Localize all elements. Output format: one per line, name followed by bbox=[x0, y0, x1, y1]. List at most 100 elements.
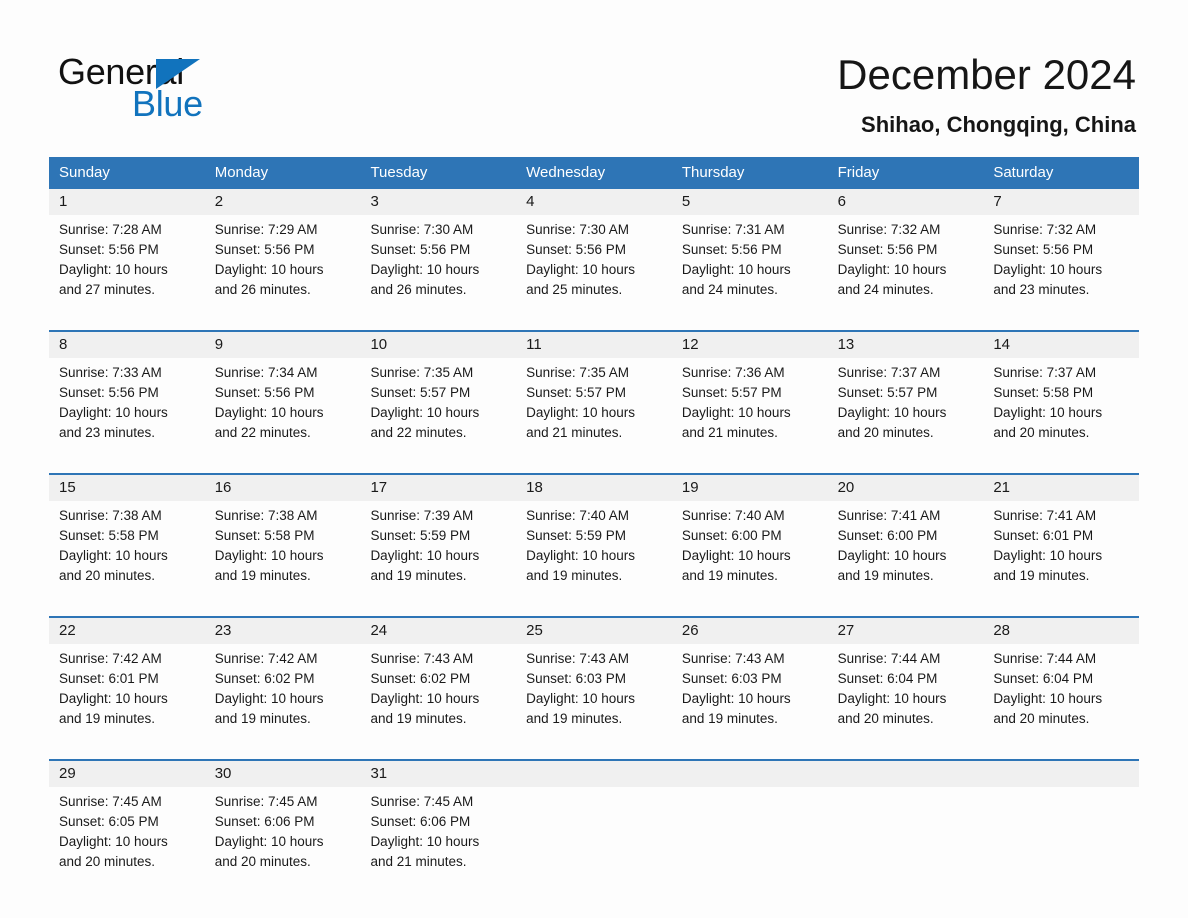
weekday-header-row: Sunday Monday Tuesday Wednesday Thursday… bbox=[49, 157, 1139, 189]
day-number[interactable]: 4 bbox=[516, 189, 672, 215]
sunrise-text: Sunrise: 7:30 AM bbox=[526, 222, 629, 237]
day-number[interactable]: 20 bbox=[828, 475, 984, 501]
sunset-text: Sunset: 6:04 PM bbox=[993, 671, 1094, 686]
day-detail-band: Sunrise: 7:33 AM Sunset: 5:56 PM Dayligh… bbox=[49, 358, 1139, 464]
sunset-text: Sunset: 6:01 PM bbox=[59, 671, 159, 686]
sunrise-text: Sunrise: 7:45 AM bbox=[59, 794, 162, 809]
daylight-text-line2: and 19 minutes. bbox=[526, 568, 623, 583]
daylight-text-line1: Daylight: 10 hours bbox=[837, 548, 947, 563]
day-number[interactable]: 16 bbox=[205, 475, 361, 501]
sunset-text: Sunset: 5:58 PM bbox=[993, 385, 1094, 400]
sunset-text: Sunset: 5:56 PM bbox=[526, 242, 626, 257]
daylight-text-line2: and 20 minutes. bbox=[993, 425, 1090, 440]
sunrise-text: Sunrise: 7:37 AM bbox=[837, 365, 941, 380]
day-number[interactable]: 3 bbox=[360, 189, 516, 215]
day-number[interactable]: 29 bbox=[49, 761, 205, 787]
day-number[interactable]: 13 bbox=[828, 332, 984, 358]
day-number[interactable]: 14 bbox=[983, 332, 1139, 358]
day-number[interactable]: 28 bbox=[983, 618, 1139, 644]
day-number[interactable]: 25 bbox=[516, 618, 672, 644]
daylight-text-line1: Daylight: 10 hours bbox=[370, 262, 480, 277]
daylight-text-line2: and 19 minutes. bbox=[370, 568, 467, 583]
daylight-text-line1: Daylight: 10 hours bbox=[370, 548, 480, 563]
day-number[interactable]: 12 bbox=[672, 332, 828, 358]
sunrise-text: Sunrise: 7:31 AM bbox=[681, 222, 785, 237]
sunset-text: Sunset: 5:56 PM bbox=[214, 242, 315, 257]
day-detail-band: Sunrise: 7:45 AM Sunset: 6:05 PM Dayligh… bbox=[49, 787, 1139, 893]
day-number[interactable]: 19 bbox=[672, 475, 828, 501]
daylight-text-line1: Daylight: 10 hours bbox=[993, 405, 1103, 420]
daylight-text-line2: and 19 minutes. bbox=[526, 711, 623, 726]
sunset-text: Sunset: 5:56 PM bbox=[681, 242, 782, 257]
day-number[interactable]: 27 bbox=[828, 618, 984, 644]
sunrise-text: Sunrise: 7:40 AM bbox=[526, 508, 629, 523]
daylight-text-line1: Daylight: 10 hours bbox=[370, 691, 480, 706]
calendar-table: Sunday Monday Tuesday Wednesday Thursday… bbox=[49, 157, 1139, 893]
daylight-text-line2: and 21 minutes. bbox=[681, 425, 778, 440]
day-number[interactable]: 18 bbox=[516, 475, 672, 501]
sunrise-text: Sunrise: 7:38 AM bbox=[214, 508, 318, 523]
sunrise-text: Sunrise: 7:42 AM bbox=[214, 651, 318, 666]
day-number-empty bbox=[828, 761, 984, 787]
day-number[interactable]: 6 bbox=[828, 189, 984, 215]
sunset-text: Sunset: 5:56 PM bbox=[370, 242, 471, 257]
general-blue-logo[interactable]: General Blue bbox=[58, 52, 298, 124]
day-number[interactable]: 24 bbox=[360, 618, 516, 644]
day-number[interactable]: 17 bbox=[360, 475, 516, 501]
calendar-week-row: 1 2 3 4 5 6 7 Sunrise: 7:28 AM Sunset: 5… bbox=[49, 189, 1139, 321]
day-number[interactable]: 7 bbox=[983, 189, 1139, 215]
day-cell: Sunrise: 7:32 AM Sunset: 5:56 PM Dayligh… bbox=[828, 215, 984, 321]
daylight-text-line1: Daylight: 10 hours bbox=[59, 548, 168, 563]
day-cell: Sunrise: 7:35 AM Sunset: 5:57 PM Dayligh… bbox=[360, 358, 516, 464]
day-cell: Sunrise: 7:43 AM Sunset: 6:03 PM Dayligh… bbox=[516, 644, 672, 750]
daylight-text-line2: and 20 minutes. bbox=[837, 711, 934, 726]
day-number[interactable]: 26 bbox=[672, 618, 828, 644]
sunrise-text: Sunrise: 7:44 AM bbox=[993, 651, 1097, 666]
day-cell: Sunrise: 7:31 AM Sunset: 5:56 PM Dayligh… bbox=[672, 215, 828, 321]
week-spacer bbox=[49, 750, 1139, 759]
daylight-text-line2: and 22 minutes. bbox=[370, 425, 467, 440]
title-block: December 2024 Shihao, Chongqing, China bbox=[837, 50, 1136, 138]
page-subtitle: Shihao, Chongqing, China bbox=[861, 112, 1136, 137]
sunrise-text: Sunrise: 7:32 AM bbox=[993, 222, 1097, 237]
sunset-text: Sunset: 5:57 PM bbox=[681, 385, 782, 400]
day-number-band: 22 23 24 25 26 27 28 bbox=[49, 618, 1139, 644]
day-detail-band: Sunrise: 7:28 AM Sunset: 5:56 PM Dayligh… bbox=[49, 215, 1139, 321]
sunrise-text: Sunrise: 7:37 AM bbox=[993, 365, 1097, 380]
day-number[interactable]: 10 bbox=[360, 332, 516, 358]
day-number[interactable]: 23 bbox=[205, 618, 361, 644]
day-cell: Sunrise: 7:44 AM Sunset: 6:04 PM Dayligh… bbox=[983, 644, 1139, 750]
page-title: December 2024 bbox=[837, 51, 1136, 98]
day-number[interactable]: 8 bbox=[49, 332, 205, 358]
sunset-text: Sunset: 5:56 PM bbox=[59, 385, 159, 400]
day-number[interactable]: 15 bbox=[49, 475, 205, 501]
sunrise-text: Sunrise: 7:38 AM bbox=[59, 508, 162, 523]
day-number[interactable]: 31 bbox=[360, 761, 516, 787]
day-cell: Sunrise: 7:43 AM Sunset: 6:03 PM Dayligh… bbox=[672, 644, 828, 750]
daylight-text-line2: and 20 minutes. bbox=[59, 854, 156, 869]
day-cell: Sunrise: 7:45 AM Sunset: 6:06 PM Dayligh… bbox=[360, 787, 516, 893]
day-cell: Sunrise: 7:44 AM Sunset: 6:04 PM Dayligh… bbox=[828, 644, 984, 750]
day-number[interactable]: 11 bbox=[516, 332, 672, 358]
daylight-text-line1: Daylight: 10 hours bbox=[526, 262, 635, 277]
sunrise-text: Sunrise: 7:32 AM bbox=[837, 222, 941, 237]
week-spacer bbox=[49, 321, 1139, 330]
daylight-text-line1: Daylight: 10 hours bbox=[993, 691, 1103, 706]
sunrise-text: Sunrise: 7:45 AM bbox=[214, 794, 318, 809]
day-number[interactable]: 2 bbox=[205, 189, 361, 215]
sunrise-text: Sunrise: 7:35 AM bbox=[370, 365, 474, 380]
sunrise-text: Sunrise: 7:43 AM bbox=[681, 651, 785, 666]
day-number[interactable]: 1 bbox=[49, 189, 205, 215]
day-cell-empty bbox=[828, 787, 984, 893]
sunrise-text: Sunrise: 7:41 AM bbox=[993, 508, 1097, 523]
day-number[interactable]: 21 bbox=[983, 475, 1139, 501]
sunset-text: Sunset: 6:02 PM bbox=[214, 671, 315, 686]
sunset-text: Sunset: 5:59 PM bbox=[370, 528, 471, 543]
day-number[interactable]: 30 bbox=[205, 761, 361, 787]
day-number[interactable]: 9 bbox=[205, 332, 361, 358]
day-number[interactable]: 5 bbox=[672, 189, 828, 215]
daylight-text-line2: and 21 minutes. bbox=[526, 425, 623, 440]
daylight-text-line1: Daylight: 10 hours bbox=[59, 262, 168, 277]
day-cell: Sunrise: 7:33 AM Sunset: 5:56 PM Dayligh… bbox=[49, 358, 205, 464]
day-number[interactable]: 22 bbox=[49, 618, 205, 644]
